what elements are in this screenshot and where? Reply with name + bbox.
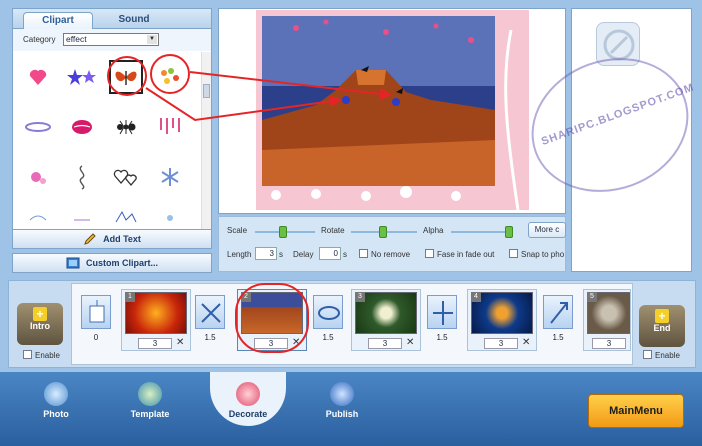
transition-3-duration: 1.5 [436, 333, 448, 342]
slide-1-delete-icon[interactable]: ✕ [176, 338, 184, 348]
transition-3[interactable] [427, 295, 457, 329]
intro-enable-label: Enable [35, 351, 60, 360]
nav-photo-label: Photo [43, 409, 69, 419]
transition-icon [318, 306, 340, 320]
delay-label: Delay [293, 250, 314, 259]
camera-icon [44, 382, 68, 406]
main-menu-label: MainMenu [609, 405, 663, 417]
end-label: End [653, 323, 671, 333]
nav-decorate-label: Decorate [228, 409, 268, 419]
intro-enable-checkbox[interactable] [23, 350, 32, 359]
plus-icon: + [655, 309, 669, 323]
template-icon [138, 382, 162, 406]
transition-icon [433, 301, 453, 325]
transition-icon [89, 300, 105, 323]
slide-4-delete-icon[interactable]: ✕ [522, 338, 530, 348]
slide-3-index: 3 [355, 292, 365, 302]
delay-input[interactable]: 0 [319, 247, 341, 260]
rotate-label: Rotate [321, 226, 345, 235]
end-enable-label: Enable [655, 351, 680, 360]
scale-label: Scale [227, 226, 248, 235]
length-unit: s [279, 250, 283, 259]
slide-4[interactable]: 4 3 ✕ [467, 289, 537, 351]
nav-template-label: Template [130, 409, 170, 419]
slide-1-duration[interactable]: 3 [138, 338, 172, 349]
timeline: + Intro Enable 0 1 3 ✕ 1.5 2 3 ✕ 1.5 3 3… [8, 280, 696, 368]
slide-3[interactable]: 3 3 ✕ [351, 289, 421, 351]
nav-template[interactable]: Template [122, 382, 178, 419]
more-button[interactable]: More c [528, 222, 566, 238]
publish-icon [330, 382, 354, 406]
snap-checkbox[interactable] [509, 249, 518, 258]
length-label: Length [227, 250, 252, 259]
rotate-slider-knob[interactable] [379, 226, 387, 238]
transition-2[interactable] [313, 295, 343, 329]
slide-5-duration[interactable]: 3 [592, 338, 626, 349]
plus-icon: + [33, 307, 47, 321]
transition-icon [550, 302, 568, 324]
alpha-slider-track[interactable] [451, 231, 513, 233]
length-input[interactable]: 3 [255, 247, 277, 260]
transition-4[interactable] [543, 295, 573, 329]
slide-5[interactable]: 5 3 [583, 289, 631, 351]
slide-3-duration[interactable]: 3 [368, 338, 402, 349]
delay-unit: s [343, 250, 347, 259]
transition-0[interactable] [81, 295, 111, 329]
nav-photo[interactable]: Photo [28, 382, 84, 419]
fade-label: Fase in fade out [437, 250, 495, 259]
watermark-text: SHARIPC.BLOGSPOT.COM [539, 81, 696, 149]
transition-0-duration: 0 [93, 333, 99, 342]
nav-decorate[interactable]: Decorate [220, 382, 276, 419]
fade-checkbox[interactable] [425, 249, 434, 258]
slide-4-duration[interactable]: 3 [484, 338, 518, 349]
transition-1-duration: 1.5 [204, 333, 216, 342]
scale-slider-knob[interactable] [279, 226, 287, 238]
slide-5-index: 5 [587, 292, 597, 302]
intro-label: Intro [30, 321, 50, 331]
transition-2-duration: 1.5 [322, 333, 334, 342]
no-remove-checkbox[interactable] [359, 249, 368, 258]
heart-badge-icon [236, 382, 260, 406]
slide-4-index: 4 [471, 292, 481, 302]
main-menu-button[interactable]: MainMenu [588, 394, 684, 428]
transition-4-duration: 1.5 [552, 333, 564, 342]
intro-button[interactable]: + Intro [17, 303, 63, 345]
nav-publish[interactable]: Publish [314, 382, 370, 419]
slide-3-delete-icon[interactable]: ✕ [406, 338, 414, 348]
slide-1[interactable]: 1 3 ✕ [121, 289, 191, 351]
alpha-label: Alpha [423, 226, 444, 235]
transition-1[interactable] [195, 295, 225, 329]
snap-label: Snap to pho [521, 250, 565, 259]
end-enable-checkbox[interactable] [643, 350, 652, 359]
no-remove-label: No remove [371, 250, 411, 259]
alpha-slider-knob[interactable] [505, 226, 513, 238]
end-button[interactable]: + End [639, 305, 685, 347]
slide-1-index: 1 [125, 292, 135, 302]
nav-publish-label: Publish [325, 409, 359, 419]
transition-icon [201, 303, 221, 323]
clipart-controls: Scale Rotate Alpha Length 3 s Delay 0 s … [218, 216, 566, 272]
highlight-circle-slide [235, 283, 309, 353]
